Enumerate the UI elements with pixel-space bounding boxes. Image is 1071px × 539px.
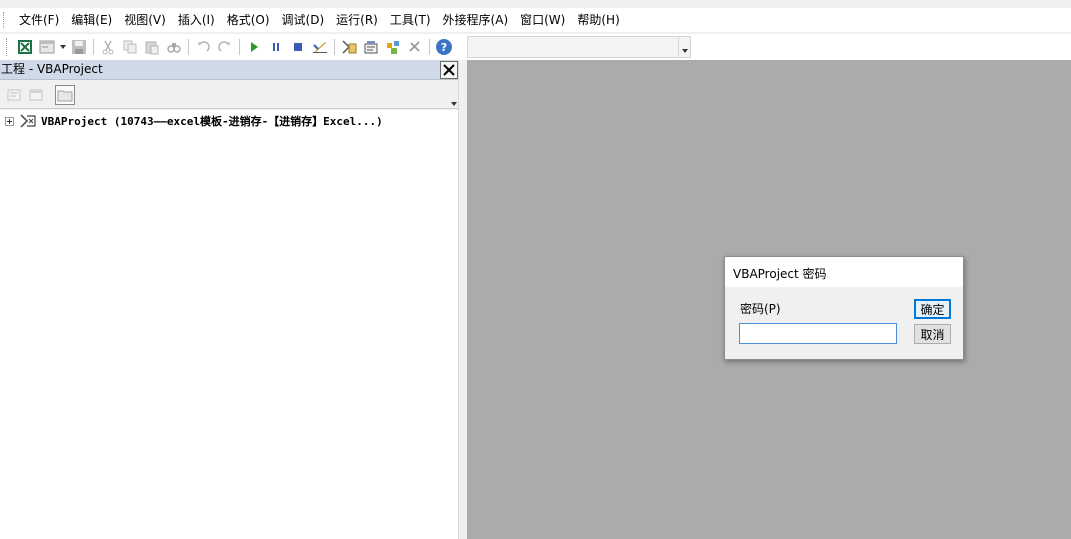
vbaproject-icon <box>19 113 37 129</box>
redo-icon[interactable] <box>215 37 235 57</box>
svg-text:?: ? <box>441 41 447 54</box>
menu-help[interactable]: 帮助(H) <box>571 10 625 30</box>
paste-icon[interactable] <box>142 37 162 57</box>
properties-icon[interactable] <box>361 37 381 57</box>
toolbar-separator <box>93 39 94 55</box>
cancel-button[interactable]: 取消 <box>914 324 951 344</box>
menu-run[interactable]: 运行(R) <box>330 10 384 30</box>
menu-window[interactable]: 窗口(W) <box>514 10 571 30</box>
project-pane-titlebar: 工程 - VBAProject <box>0 60 461 80</box>
standard-toolbar: ? <box>0 34 1071 60</box>
menu-bar: 文件(F) 编辑(E) 视图(V) 插入(I) 格式(O) 调试(D) 运行(R… <box>0 8 1071 32</box>
password-label: 密码(P) <box>740 302 781 316</box>
chevron-down-icon[interactable] <box>678 37 690 57</box>
excel-view-icon[interactable] <box>15 37 35 57</box>
menu-bar-grip[interactable] <box>3 12 11 28</box>
procedure-combo[interactable] <box>467 36 691 58</box>
password-dialog: VBAProject 密码 密码(P) 确定 取消 <box>724 256 964 360</box>
toolbar-grip[interactable] <box>6 38 10 56</box>
menu-edit[interactable]: 编辑(E) <box>65 10 118 30</box>
toggle-folders-icon[interactable] <box>55 85 75 105</box>
find-icon[interactable] <box>164 37 184 57</box>
dialog-title: VBAProject 密码 <box>733 267 827 281</box>
password-input[interactable] <box>739 323 897 344</box>
copy-icon[interactable] <box>120 37 140 57</box>
object-browser-icon[interactable] <box>383 37 403 57</box>
run-icon[interactable] <box>244 37 264 57</box>
toolbar-separator <box>429 39 430 55</box>
break-icon[interactable] <box>266 37 286 57</box>
tree-item-vbaproject[interactable]: VBAProject (10743——excel模板-进销存-【进销存】Exce… <box>5 113 383 129</box>
close-icon[interactable] <box>440 61 458 79</box>
toolbar-separator <box>239 39 240 55</box>
tree-item-label: VBAProject (10743——excel模板-进销存-【进销存】Exce… <box>41 115 383 128</box>
cut-icon[interactable] <box>98 37 118 57</box>
toolbar-separator <box>188 39 189 55</box>
project-explorer-icon[interactable] <box>339 37 359 57</box>
menu-debug[interactable]: 调试(D) <box>276 10 331 30</box>
menu-insert[interactable]: 插入(I) <box>172 10 221 30</box>
pane-splitter[interactable] <box>458 60 467 539</box>
toolbox-icon[interactable] <box>405 37 425 57</box>
help-icon[interactable]: ? <box>434 37 454 57</box>
project-tree: VBAProject (10743——excel模板-进销存-【进销存】Exce… <box>0 110 458 539</box>
project-pane-toolbar <box>0 81 461 109</box>
save-icon[interactable] <box>69 37 89 57</box>
menu-view[interactable]: 视图(V) <box>118 10 172 30</box>
toolbar-separator <box>334 39 335 55</box>
menu-file[interactable]: 文件(F) <box>13 10 65 30</box>
menu-format[interactable]: 格式(O) <box>221 10 276 30</box>
insert-userform-icon[interactable] <box>37 37 57 57</box>
view-code-icon[interactable] <box>4 85 24 105</box>
menu-addins[interactable]: 外接程序(A) <box>437 10 515 30</box>
undo-icon[interactable] <box>193 37 213 57</box>
expand-icon[interactable] <box>5 116 14 126</box>
menu-tools[interactable]: 工具(T) <box>384 10 437 30</box>
dialog-titlebar[interactable]: VBAProject 密码 <box>725 257 963 287</box>
view-object-icon[interactable] <box>26 85 46 105</box>
project-pane-title: 工程 - VBAProject <box>1 62 103 76</box>
insert-dropdown-icon[interactable] <box>59 37 67 57</box>
ok-button[interactable]: 确定 <box>914 299 951 319</box>
design-mode-icon[interactable] <box>310 37 330 57</box>
reset-icon[interactable] <box>288 37 308 57</box>
